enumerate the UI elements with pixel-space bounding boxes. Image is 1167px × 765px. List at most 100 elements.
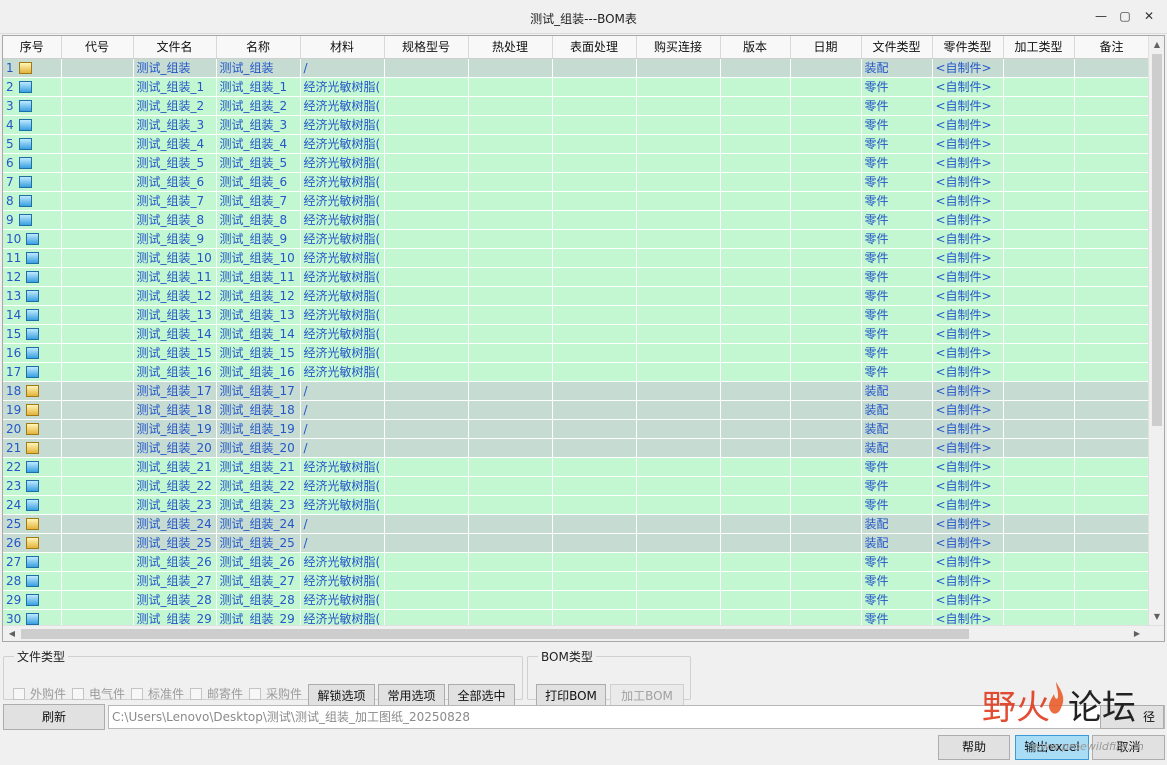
cell-part-type[interactable]: <自制件>: [932, 267, 1004, 287]
cell-heat-treatment[interactable]: [468, 514, 553, 534]
cell-date[interactable]: [790, 210, 862, 230]
cell-process-type[interactable]: [1003, 343, 1075, 363]
cell-filename[interactable]: 测试_组装_22: [133, 476, 217, 496]
table-row[interactable]: 28 测试_组装_27 测试_组装_27 经济光敏树脂(零件 <自制件>: [3, 571, 1150, 591]
cell-heat-treatment[interactable]: [468, 590, 553, 610]
cell-filename[interactable]: 测试_组装_23: [133, 495, 217, 515]
cell-process-type[interactable]: [1003, 286, 1075, 306]
checkbox-purchased[interactable]: 采购件: [249, 685, 302, 702]
cell-date[interactable]: [790, 58, 862, 78]
cell-name[interactable]: 测试_组装_21: [216, 457, 301, 477]
cell-heat-treatment[interactable]: [468, 381, 553, 401]
cell-part-type[interactable]: <自制件>: [932, 419, 1004, 439]
cell-name[interactable]: 测试_组装_16: [216, 362, 301, 382]
cell-date[interactable]: [790, 343, 862, 363]
cell-surface-treatment[interactable]: [552, 400, 637, 420]
cell-index[interactable]: 19: [3, 400, 62, 420]
cell-date[interactable]: [790, 552, 862, 572]
cell-process-type[interactable]: [1003, 77, 1075, 97]
cell-part-type[interactable]: <自制件>: [932, 343, 1004, 363]
cell-index[interactable]: 12: [3, 267, 62, 287]
cell-filename[interactable]: 测试_组装_5: [133, 153, 217, 173]
cell-process-type[interactable]: [1003, 248, 1075, 268]
cell-remarks[interactable]: [1074, 362, 1150, 382]
cell-spec[interactable]: [384, 533, 469, 553]
table-row[interactable]: 4 测试_组装_3 测试_组装_3 经济光敏树脂(零件 <自制件>: [3, 115, 1150, 135]
cell-file-type[interactable]: 零件: [861, 96, 933, 116]
cell-file-type[interactable]: 零件: [861, 248, 933, 268]
cell-purchase-link[interactable]: [636, 590, 721, 610]
cell-version[interactable]: [720, 324, 791, 344]
cell-purchase-link[interactable]: [636, 476, 721, 496]
table-row[interactable]: 21 测试_组装_20 测试_组装_20/装配 <自制件>: [3, 438, 1150, 458]
vertical-scrollbar[interactable]: ▲ ▼: [1148, 36, 1164, 626]
cell-index[interactable]: 6: [3, 153, 62, 173]
cell-file-type[interactable]: 零件: [861, 191, 933, 211]
cell-part-type[interactable]: <自制件>: [932, 134, 1004, 154]
cell-filename[interactable]: 测试_组装_1: [133, 77, 217, 97]
cell-index[interactable]: 27: [3, 552, 62, 572]
cell-part-type[interactable]: <自制件>: [932, 115, 1004, 135]
cell-heat-treatment[interactable]: [468, 343, 553, 363]
cell-surface-treatment[interactable]: [552, 191, 637, 211]
cell-spec[interactable]: [384, 457, 469, 477]
cell-index[interactable]: 7: [3, 172, 62, 192]
cell-part-type[interactable]: <自制件>: [932, 571, 1004, 591]
cell-index[interactable]: 10: [3, 229, 62, 249]
cell-material[interactable]: 经济光敏树脂(: [300, 343, 385, 363]
column-header[interactable]: 表面处理: [552, 36, 637, 59]
cell-surface-treatment[interactable]: [552, 77, 637, 97]
cell-remarks[interactable]: [1074, 58, 1150, 78]
cell-code[interactable]: [61, 438, 134, 458]
cell-surface-treatment[interactable]: [552, 115, 637, 135]
cell-remarks[interactable]: [1074, 115, 1150, 135]
cell-surface-treatment[interactable]: [552, 381, 637, 401]
cell-material[interactable]: 经济光敏树脂(: [300, 229, 385, 249]
cell-code[interactable]: [61, 514, 134, 534]
cell-part-type[interactable]: <自制件>: [932, 552, 1004, 572]
cell-file-type[interactable]: 零件: [861, 457, 933, 477]
column-header[interactable]: 购买连接: [636, 36, 721, 59]
cell-material[interactable]: 经济光敏树脂(: [300, 286, 385, 306]
cell-part-type[interactable]: <自制件>: [932, 590, 1004, 610]
cell-name[interactable]: 测试_组装_17: [216, 381, 301, 401]
cell-filename[interactable]: 测试_组装_10: [133, 248, 217, 268]
cell-purchase-link[interactable]: [636, 96, 721, 116]
cell-date[interactable]: [790, 153, 862, 173]
cell-version[interactable]: [720, 400, 791, 420]
cell-spec[interactable]: [384, 438, 469, 458]
table-row[interactable]: 17 测试_组装_16 测试_组装_16 经济光敏树脂(零件 <自制件>: [3, 362, 1150, 382]
cell-index[interactable]: 3: [3, 96, 62, 116]
vertical-scroll-thumb[interactable]: [1152, 54, 1162, 426]
cell-date[interactable]: [790, 476, 862, 496]
cell-filename[interactable]: 测试_组装: [133, 58, 217, 78]
cell-file-type[interactable]: 零件: [861, 571, 933, 591]
cell-date[interactable]: [790, 514, 862, 534]
table-row[interactable]: 20 测试_组装_19 测试_组装_19/装配 <自制件>: [3, 419, 1150, 439]
table-row[interactable]: 7 测试_组装_6 测试_组装_6 经济光敏树脂(零件 <自制件>: [3, 172, 1150, 192]
cell-remarks[interactable]: [1074, 476, 1150, 496]
column-header[interactable]: 材料: [300, 36, 385, 59]
table-row[interactable]: 11 测试_组装_10 测试_组装_10 经济光敏树脂(零件 <自制件>: [3, 248, 1150, 268]
cell-filename[interactable]: 测试_组装_15: [133, 343, 217, 363]
cell-spec[interactable]: [384, 229, 469, 249]
cell-filename[interactable]: 测试_组装_26: [133, 552, 217, 572]
cell-material[interactable]: 经济光敏树脂(: [300, 210, 385, 230]
cell-heat-treatment[interactable]: [468, 58, 553, 78]
cell-material[interactable]: 经济光敏树脂(: [300, 590, 385, 610]
cell-purchase-link[interactable]: [636, 134, 721, 154]
cell-heat-treatment[interactable]: [468, 96, 553, 116]
cell-heat-treatment[interactable]: [468, 438, 553, 458]
cell-file-type[interactable]: 装配: [861, 400, 933, 420]
cell-version[interactable]: [720, 191, 791, 211]
cell-remarks[interactable]: [1074, 210, 1150, 230]
cell-index[interactable]: 18: [3, 381, 62, 401]
cell-date[interactable]: [790, 438, 862, 458]
cell-code[interactable]: [61, 381, 134, 401]
cell-date[interactable]: [790, 115, 862, 135]
cell-index[interactable]: 21: [3, 438, 62, 458]
cell-code[interactable]: [61, 96, 134, 116]
cell-date[interactable]: [790, 286, 862, 306]
cell-code[interactable]: [61, 362, 134, 382]
cell-remarks[interactable]: [1074, 286, 1150, 306]
